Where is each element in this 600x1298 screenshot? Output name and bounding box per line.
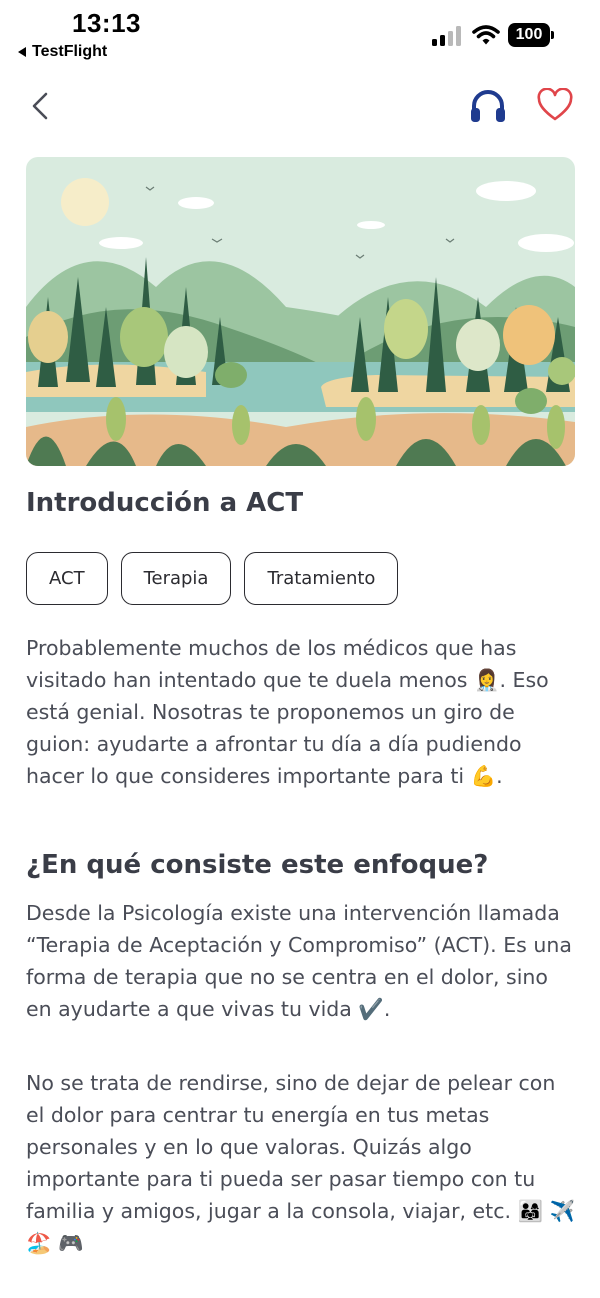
back-to-testflight-link[interactable]: TestFlight xyxy=(18,43,107,61)
battery-level: 100 xyxy=(508,23,550,47)
hero-landscape-illustration xyxy=(26,157,575,466)
tag-tratamiento[interactable]: Tratamiento xyxy=(244,552,399,605)
cellular-signal-icon xyxy=(432,26,461,46)
intro-paragraph: Probablemente muchos de los médicos que … xyxy=(26,636,549,788)
back-triangle-icon xyxy=(18,47,26,57)
tag-act[interactable]: ACT xyxy=(26,552,108,605)
battery-indicator: 100 xyxy=(508,23,554,47)
status-time: 13:13 xyxy=(72,8,141,38)
chevron-left-icon[interactable] xyxy=(26,88,56,124)
section-heading: ¿En qué consiste este enfoque? xyxy=(26,850,489,880)
wifi-icon xyxy=(472,25,500,45)
section-paragraph-2: No se trata de rendirse, sino de dejar d… xyxy=(26,1071,576,1255)
section-paragraph-1: Desde la Psicología existe una intervenc… xyxy=(26,901,572,1021)
article-title: Introducción a ACT xyxy=(26,488,304,518)
heart-icon[interactable] xyxy=(536,88,574,122)
tag-list: ACT Terapia Tratamiento xyxy=(26,552,399,605)
headphones-icon[interactable] xyxy=(468,86,508,124)
back-app-label: TestFlight xyxy=(32,43,108,60)
status-bar: 13:13 TestFlight 100 xyxy=(0,0,600,70)
tag-terapia[interactable]: Terapia xyxy=(120,552,232,605)
